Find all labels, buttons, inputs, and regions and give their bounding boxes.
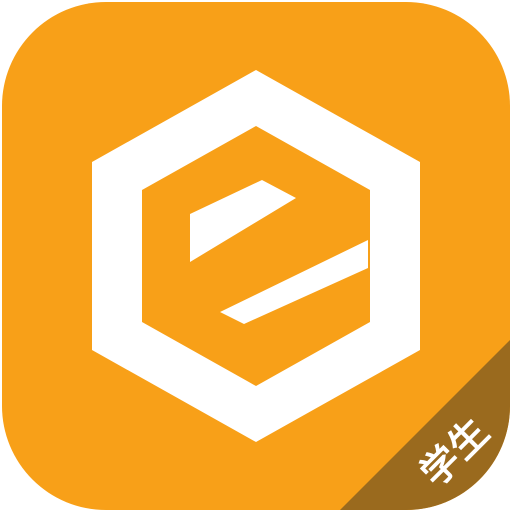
app-icon-canvas: 学生	[0, 0, 512, 512]
